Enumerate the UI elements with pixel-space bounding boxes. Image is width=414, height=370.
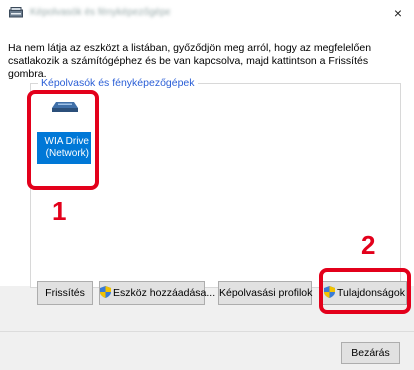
title-bar: Képolvasók és fényképezőgépek × <box>0 0 414 26</box>
instructions-text: Ha nem látja az eszközt a listában, győz… <box>8 42 372 80</box>
callout-number-1: 1 <box>52 196 67 226</box>
add-device-button[interactable]: Eszköz hozzáadása... <box>99 281 215 305</box>
scan-profiles-button[interactable]: Képolvasási profilok <box>218 281 312 305</box>
callout-highlight-2 <box>319 268 411 314</box>
scanner-app-icon <box>9 7 23 18</box>
scan-profiles-button-label: Képolvasási profilok <box>219 287 313 299</box>
add-device-button-label: Eszköz hozzáadása... <box>113 287 216 299</box>
close-dialog-button-label: Bezárás <box>351 347 390 359</box>
refresh-button-label: Frissítés <box>45 287 85 299</box>
uac-shield-icon <box>100 286 111 298</box>
refresh-button[interactable]: Frissítés <box>37 281 93 305</box>
close-icon[interactable]: × <box>384 0 412 26</box>
close-dialog-button[interactable]: Bezárás <box>341 342 400 364</box>
device-group-legend: Képolvasók és fényképezőgépek <box>38 77 198 89</box>
window-title: Képolvasók és fényképezőgépek <box>30 7 170 17</box>
callout-highlight-1 <box>27 90 99 190</box>
footer-divider <box>0 331 414 332</box>
callout-number-2: 2 <box>361 230 376 260</box>
scanners-dialog: Képolvasók és fényképezőgépek × Ha nem l… <box>0 0 414 370</box>
